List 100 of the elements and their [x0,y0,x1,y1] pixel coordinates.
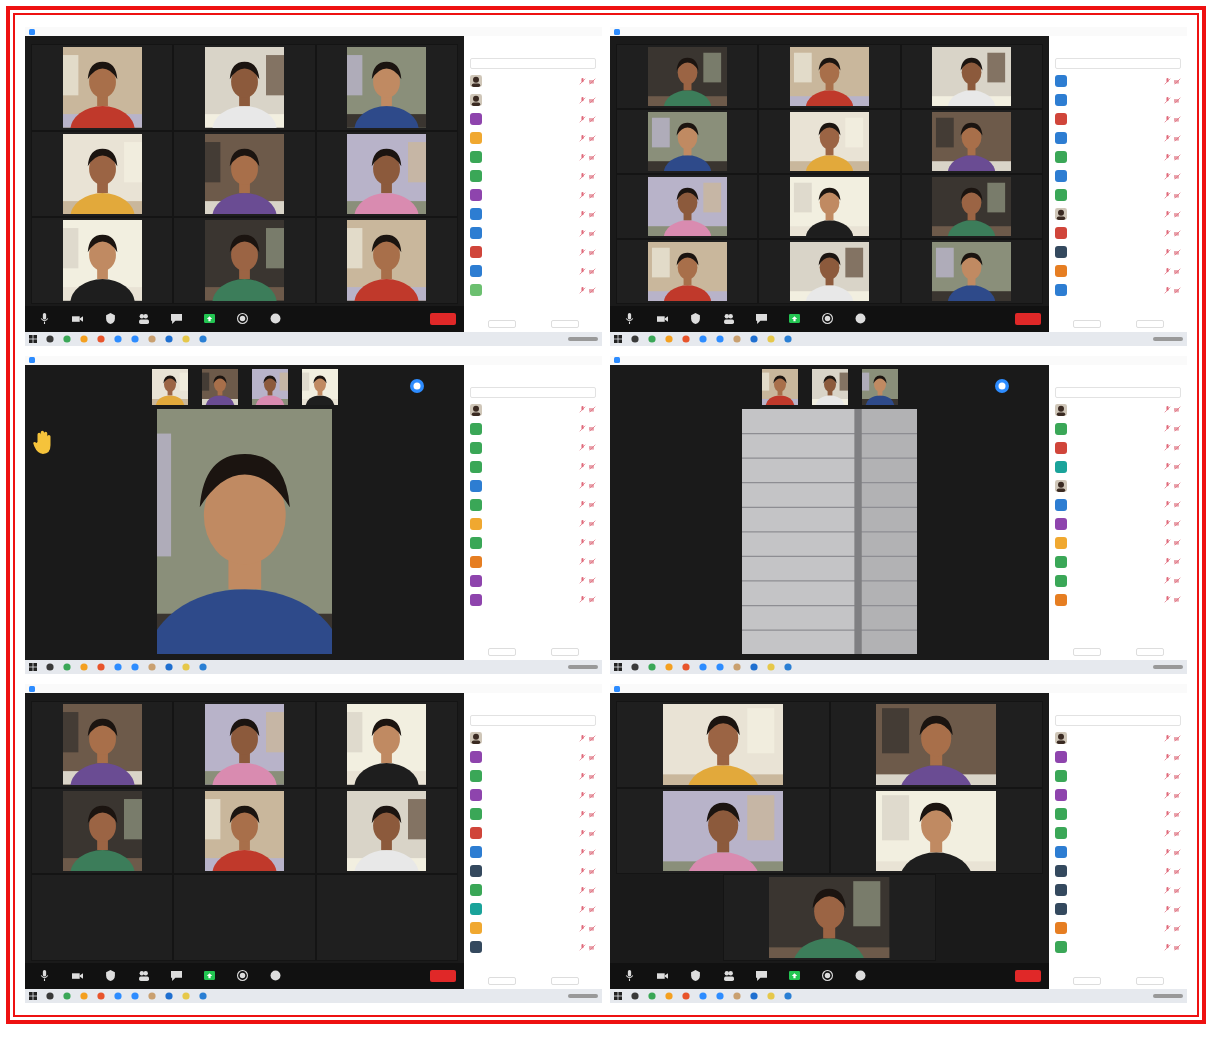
camera-off-icon[interactable] [1174,558,1181,566]
camera-off-icon[interactable] [589,886,596,894]
search-field[interactable] [1055,58,1181,69]
muted-microphone-icon[interactable] [579,520,586,528]
camera-off-icon[interactable] [589,191,596,199]
muted-microphone-icon[interactable] [1164,848,1171,856]
muted-microphone-icon[interactable] [1164,753,1171,761]
camera-off-icon[interactable] [1174,772,1181,780]
participants-icon[interactable] [723,313,734,325]
muted-microphone-icon[interactable] [579,558,586,566]
muted-microphone-icon[interactable] [579,425,586,433]
muted-microphone-icon[interactable] [579,810,586,818]
muted-microphone-icon[interactable] [579,115,586,123]
muted-microphone-icon[interactable] [1164,943,1171,951]
camera-off-icon[interactable] [1174,191,1181,199]
camera-off-icon[interactable] [1174,905,1181,913]
camera-off-icon[interactable] [1174,172,1181,180]
muted-microphone-icon[interactable] [1164,210,1171,218]
record-icon[interactable] [237,313,248,325]
camera-off-icon[interactable] [1174,577,1181,585]
participant-row[interactable] [470,732,596,745]
muted-microphone-icon[interactable] [579,924,586,932]
camera-off-icon[interactable] [1174,267,1181,275]
share-screen-icon[interactable] [789,970,800,982]
muted-microphone-icon[interactable] [579,267,586,275]
share-screen-icon[interactable] [789,313,800,325]
camera-off-icon[interactable] [1174,596,1181,604]
camera-off-icon[interactable] [589,77,596,85]
shield-icon[interactable] [690,970,701,982]
share-screen-icon[interactable] [204,970,215,982]
participant-row[interactable] [1055,479,1181,492]
muted-microphone-icon[interactable] [1164,406,1171,414]
muted-microphone-icon[interactable] [1164,96,1171,104]
camera-off-icon[interactable] [589,229,596,237]
camera-off-icon[interactable] [589,406,596,414]
muted-microphone-icon[interactable] [579,482,586,490]
camera-off-icon[interactable] [1174,229,1181,237]
windows-start-icon[interactable] [614,663,622,672]
camera-off-icon[interactable] [589,539,596,547]
camera-off-icon[interactable] [589,577,596,585]
muted-microphone-icon[interactable] [579,753,586,761]
shield-icon[interactable] [105,970,116,982]
muted-microphone-icon[interactable] [579,829,586,837]
muted-microphone-icon[interactable] [1164,134,1171,142]
muted-microphone-icon[interactable] [1164,886,1171,894]
camera-off-icon[interactable] [1174,753,1181,761]
participant-row[interactable] [1055,403,1181,416]
muted-microphone-icon[interactable] [579,848,586,856]
camera-off-icon[interactable] [589,791,596,799]
camera-off-icon[interactable] [589,153,596,161]
participants-icon[interactable] [723,970,734,982]
search-field[interactable] [470,715,596,727]
muted-microphone-icon[interactable] [1164,248,1171,256]
muted-microphone-icon[interactable] [579,943,586,951]
muted-microphone-icon[interactable] [1164,810,1171,818]
camera-off-icon[interactable] [589,596,596,604]
camera-off-icon[interactable] [589,463,596,471]
muted-microphone-icon[interactable] [1164,286,1171,294]
camera-off-icon[interactable] [589,867,596,875]
search-field[interactable] [1055,715,1181,727]
muted-microphone-icon[interactable] [579,596,586,604]
muted-microphone-icon[interactable] [579,229,586,237]
participant-row[interactable] [470,403,596,416]
windows-start-icon[interactable] [614,992,622,1000]
participants-icon[interactable] [138,313,149,325]
search-field[interactable] [470,386,596,398]
camera-off-icon[interactable] [1174,425,1181,433]
camera-off-icon[interactable] [589,943,596,951]
participant-row[interactable] [1055,751,1181,764]
muted-microphone-icon[interactable] [1164,444,1171,452]
camera-off-icon[interactable] [1174,482,1181,490]
participant-row[interactable] [470,75,596,87]
search-field[interactable] [470,58,596,69]
microphone-icon[interactable] [39,313,50,325]
camera-off-icon[interactable] [589,924,596,932]
camera-off-icon[interactable] [589,248,596,256]
muted-microphone-icon[interactable] [579,134,586,142]
muted-microphone-icon[interactable] [1164,558,1171,566]
camera-off-icon[interactable] [589,753,596,761]
camera-off-icon[interactable] [1174,501,1181,509]
camera-off-icon[interactable] [589,772,596,780]
muted-microphone-icon[interactable] [579,286,586,294]
camera-off-icon[interactable] [589,848,596,856]
camera-off-icon[interactable] [589,905,596,913]
muted-microphone-icon[interactable] [579,96,586,104]
system-tray-icon[interactable] [1153,991,1183,1001]
participant-row[interactable] [1055,246,1181,258]
camera-off-icon[interactable] [1174,734,1181,742]
camera-off-icon[interactable] [589,210,596,218]
muted-microphone-icon[interactable] [1164,115,1171,123]
camera-off-icon[interactable] [1174,134,1181,142]
participant-row[interactable] [1055,789,1181,802]
camera-off-icon[interactable] [1174,286,1181,294]
camera-off-icon[interactable] [1174,829,1181,837]
camera-off-icon[interactable] [1174,520,1181,528]
participant-row[interactable] [1055,732,1181,745]
muted-microphone-icon[interactable] [579,191,586,199]
muted-microphone-icon[interactable] [579,248,586,256]
windows-start-icon[interactable] [29,992,37,1000]
participant-row[interactable] [470,593,596,606]
